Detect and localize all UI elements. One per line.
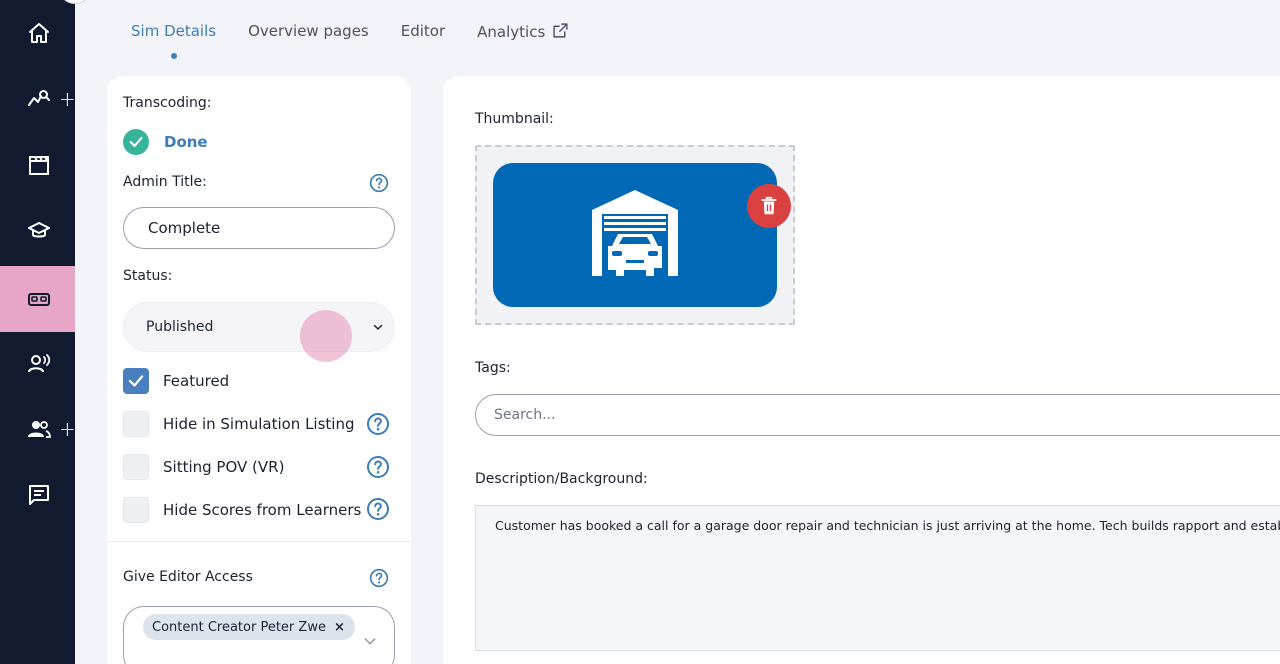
sitting-pov-checkbox-row[interactable]: Sitting POV (VR): [123, 454, 284, 480]
description-textarea[interactable]: Customer has booked a call for a garage …: [475, 505, 1280, 651]
delete-thumbnail-button[interactable]: [747, 184, 791, 228]
transcoding-status-text: Done: [164, 133, 208, 151]
sitting-pov-checkbox[interactable]: [123, 454, 149, 480]
featured-checkbox[interactable]: [123, 368, 149, 394]
transcoding-label: Transcoding:: [123, 95, 212, 111]
tags-search-input[interactable]: Search...: [475, 394, 1280, 436]
editor-chip: Content Creator Peter Zwe ×: [143, 614, 355, 640]
check-circle-icon: [123, 129, 149, 155]
hide-scores-label: Hide Scores from Learners: [163, 501, 362, 519]
status-label: Status:: [123, 268, 173, 284]
sidebar-item-voice[interactable]: [0, 330, 75, 396]
sitting-pov-label: Sitting POV (VR): [163, 458, 285, 476]
thumbnail-image: [493, 163, 791, 307]
trash-icon: [761, 196, 777, 215]
help-icon[interactable]: [366, 497, 390, 521]
editor-chip-label: Content Creator Peter Zwe: [152, 619, 326, 635]
editor-access-label: Give Editor Access: [123, 569, 253, 585]
remove-chip-icon[interactable]: ×: [334, 620, 345, 635]
tab-editor[interactable]: Editor: [401, 22, 445, 41]
add-icon[interactable]: +: [59, 89, 76, 109]
tab-label: Overview pages: [248, 22, 369, 40]
featured-label: Featured: [163, 372, 230, 390]
sidebar: + +: [0, 0, 90, 664]
hide-in-listing-checkbox[interactable]: [123, 411, 149, 437]
description-text: Customer has booked a call for a garage …: [495, 518, 1280, 533]
hide-scores-checkbox-row[interactable]: Hide Scores from Learners: [123, 497, 361, 523]
hide-in-listing-checkbox-row[interactable]: Hide in Simulation Listing: [123, 411, 355, 437]
cursor-highlight: [300, 310, 352, 362]
tab-label: Sim Details: [131, 22, 217, 40]
tags-placeholder: Search...: [494, 407, 556, 423]
speaking-person-icon: [28, 354, 51, 373]
sim-content-panel: Thumbnail: Tags: Search... Description/B…: [443, 76, 1280, 664]
checkmark-icon: [128, 375, 144, 387]
chevron-down-icon: [373, 324, 383, 330]
status-select[interactable]: Published: [123, 302, 395, 352]
graduation-cap-icon: [28, 222, 50, 238]
help-icon[interactable]: [366, 455, 390, 479]
hide-in-listing-label: Hide in Simulation Listing: [163, 415, 355, 433]
tab-overview-pages[interactable]: Overview pages: [248, 22, 369, 41]
clapperboard-icon: [29, 156, 49, 175]
tab-bar: Sim Details Overview pages Editor Analyt…: [131, 22, 601, 59]
sidebar-item-courses[interactable]: [0, 198, 75, 264]
admin-title-input[interactable]: Complete: [123, 207, 395, 249]
sidebar-item-home[interactable]: [0, 0, 75, 66]
transcoding-status: Done: [123, 129, 208, 155]
sidebar-item-analytics[interactable]: +: [0, 66, 76, 132]
chevron-down-icon[interactable]: [362, 633, 378, 649]
sidebar-item-messages[interactable]: [0, 462, 75, 528]
thumbnail-dropzone[interactable]: [475, 145, 795, 325]
sim-settings-panel: Transcoding: Done Admin Title: Complete …: [107, 76, 411, 664]
tab-sim-details[interactable]: Sim Details: [131, 22, 217, 59]
admin-title-label: Admin Title:: [123, 174, 207, 190]
add-icon[interactable]: +: [59, 419, 76, 439]
sidebar-item-users[interactable]: +: [0, 396, 76, 462]
hide-scores-checkbox[interactable]: [123, 497, 149, 523]
message-icon: [29, 485, 49, 505]
tags-label: Tags:: [475, 360, 511, 376]
garage-car-icon: [592, 190, 678, 276]
tab-label: Analytics: [477, 23, 546, 41]
divider: [107, 541, 411, 542]
editor-access-select[interactable]: Content Creator Peter Zwe ×: [123, 606, 395, 664]
sidebar-item-media[interactable]: [0, 132, 75, 198]
help-icon[interactable]: [369, 568, 389, 588]
description-label: Description/Background:: [475, 471, 648, 487]
vr-headset-icon: [28, 293, 50, 306]
featured-checkbox-row[interactable]: Featured: [123, 368, 229, 394]
thumbnail-label: Thumbnail:: [475, 111, 554, 127]
analytics-search-icon: [28, 90, 50, 106]
help-icon[interactable]: [366, 412, 390, 436]
sidebar-item-simulations[interactable]: [0, 266, 75, 332]
home-icon: [29, 23, 49, 43]
tab-analytics[interactable]: Analytics: [477, 22, 569, 41]
status-value: Published: [146, 319, 214, 335]
admin-title-value: Complete: [148, 219, 221, 237]
active-tab-indicator: [170, 53, 177, 59]
help-icon[interactable]: [369, 173, 389, 193]
tab-label: Editor: [400, 22, 446, 40]
external-link-icon: [553, 23, 568, 38]
users-icon: [28, 421, 51, 438]
